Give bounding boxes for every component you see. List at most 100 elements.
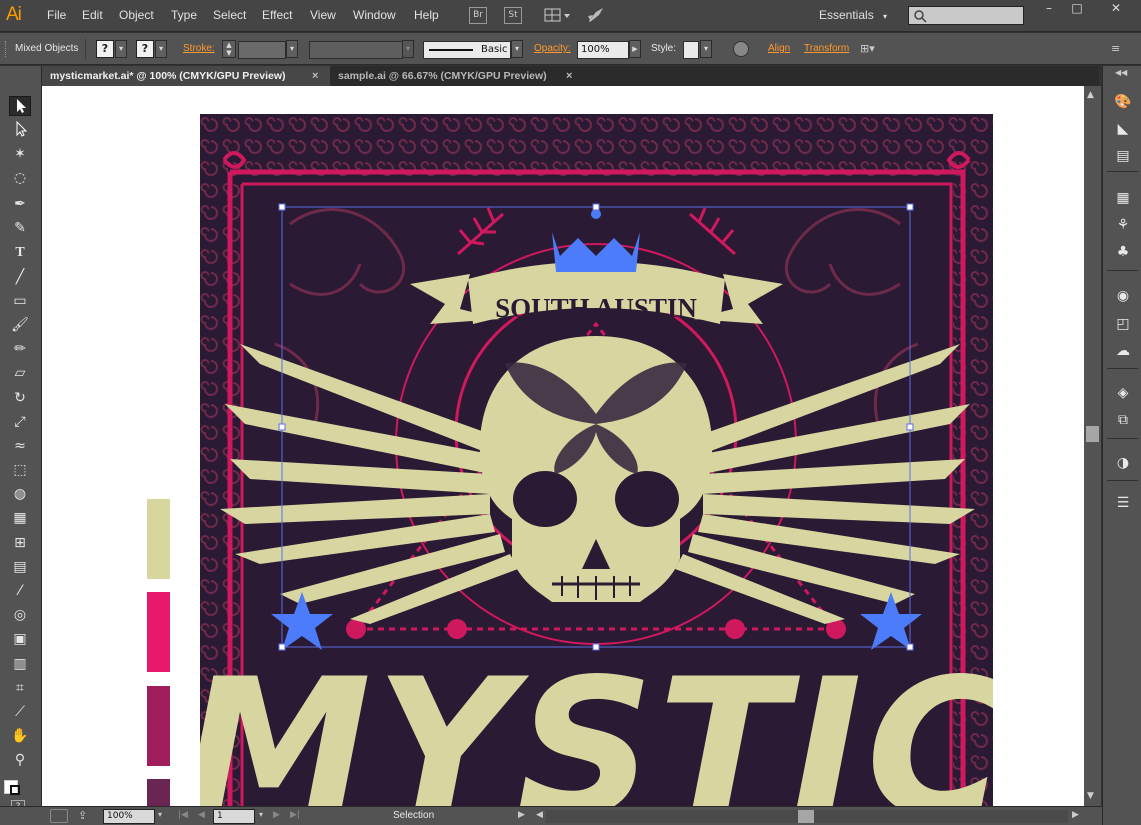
menu-view[interactable]: View xyxy=(310,8,336,22)
status-menu-icon[interactable]: ▶ xyxy=(518,810,525,820)
artwork-poster[interactable]: SOUTH AUSTIN MYSTIC xyxy=(200,114,993,806)
stroke-swatch[interactable]: ? xyxy=(136,40,154,58)
scale-tool-icon[interactable]: ⤢ xyxy=(9,412,31,432)
menu-effect[interactable]: Effect xyxy=(262,8,292,22)
tab-mysticmarket[interactable]: mysticmarket.ai* @ 100% (CMYK/GPU Previe… xyxy=(42,66,330,86)
first-artboard-icon[interactable]: |◀ xyxy=(178,810,188,820)
shape-builder-tool-icon[interactable]: ◍ xyxy=(9,484,31,504)
graphic-styles-icon[interactable]: ◰ xyxy=(1113,314,1133,334)
scroll-down-arrow-icon[interactable]: ▼ xyxy=(1087,791,1094,801)
stock-button[interactable]: St xyxy=(504,7,522,24)
menu-file[interactable]: File xyxy=(47,8,66,22)
variable-width-profile[interactable] xyxy=(309,41,403,59)
maximize-button[interactable]: □ xyxy=(1064,2,1090,16)
menu-object[interactable]: Object xyxy=(119,8,154,22)
symbol-sprayer-tool-icon[interactable]: ▣ xyxy=(9,629,31,649)
last-artboard-icon[interactable]: ▶| xyxy=(290,810,300,820)
mesh-tool-icon[interactable]: ⊞ xyxy=(9,533,31,553)
eyedropper-tool-icon[interactable]: ⁄ xyxy=(9,581,31,601)
previous-artboard-icon[interactable]: ◀ xyxy=(198,810,205,820)
scroll-thumb[interactable] xyxy=(798,810,814,823)
opacity-label[interactable]: Opacity: xyxy=(534,43,571,54)
blend-tool-icon[interactable]: ◎ xyxy=(9,605,31,625)
perspective-grid-tool-icon[interactable]: ▦ xyxy=(9,508,31,528)
stroke-dropdown[interactable]: ▾ xyxy=(155,40,167,58)
eraser-tool-icon[interactable]: ▱ xyxy=(9,363,31,383)
artboard-tool-icon[interactable]: ⌗ xyxy=(9,678,31,698)
column-graph-tool-icon[interactable]: ▥ xyxy=(9,654,31,674)
slice-tool-icon[interactable]: ⟋ xyxy=(9,702,31,722)
scroll-right-arrow-icon[interactable]: ▶ xyxy=(1072,810,1079,820)
stroke-weight-field[interactable] xyxy=(238,41,286,59)
swatch-magenta[interactable] xyxy=(147,686,170,766)
transform-link[interactable]: Transform xyxy=(804,43,849,54)
rectangle-tool-icon[interactable]: ▭ xyxy=(9,291,31,311)
symbols-icon[interactable]: ♣ xyxy=(1113,242,1133,262)
workspace-switcher[interactable]: Essentials ▾ xyxy=(819,8,887,22)
next-artboard-icon[interactable]: ▶ xyxy=(273,810,280,820)
menu-help[interactable]: Help xyxy=(414,8,439,22)
libraries-icon[interactable]: ▦ xyxy=(1113,188,1133,208)
stroke-weight-stepper[interactable]: ▲ ▼ xyxy=(222,40,236,58)
brushes-icon[interactable]: ⚘ xyxy=(1113,215,1133,235)
canvas-area[interactable]: SOUTH AUSTIN MYSTIC xyxy=(42,86,1084,806)
selection-tool-icon[interactable] xyxy=(9,96,31,116)
stroke-label[interactable]: Stroke: xyxy=(183,43,215,54)
brush-definition[interactable]: Basic xyxy=(423,41,511,59)
scroll-thumb[interactable] xyxy=(1086,426,1099,442)
pencil-tool-icon[interactable]: ✏ xyxy=(9,339,31,359)
close-window-button[interactable]: ✕ xyxy=(1098,2,1134,16)
horizontal-scrollbar[interactable] xyxy=(546,810,1068,823)
color-icon[interactable]: ◣ xyxy=(1113,119,1133,139)
type-tool-icon[interactable]: T xyxy=(9,243,31,263)
share-icon[interactable]: ⇪ xyxy=(78,809,87,822)
stroke-panel-icon[interactable]: ☰ xyxy=(1113,493,1133,513)
search-input[interactable] xyxy=(908,6,1024,25)
rotate-tool-icon[interactable]: ↻ xyxy=(9,388,31,408)
zoom-dropdown-icon[interactable]: ▾ xyxy=(158,810,162,819)
paintbrush-tool-icon[interactable]: 🖌 xyxy=(9,315,31,335)
swatch-plum[interactable] xyxy=(147,779,170,806)
graphic-style-swatch[interactable] xyxy=(683,41,699,59)
panel-menu-icon[interactable]: ≡ xyxy=(1111,42,1120,55)
tab-sample[interactable]: sample.ai @ 66.67% (CMYK/GPU Preview) × xyxy=(330,66,584,86)
bridge-button[interactable]: Br xyxy=(469,7,487,24)
menu-window[interactable]: Window xyxy=(353,8,396,22)
align-link[interactable]: Align xyxy=(768,43,790,54)
gradient-tool-icon[interactable]: ▤ xyxy=(9,557,31,577)
menu-type[interactable]: Type xyxy=(171,8,197,22)
line-tool-icon[interactable]: ╱ xyxy=(9,267,31,287)
menu-edit[interactable]: Edit xyxy=(82,8,103,22)
profile-dropdown[interactable]: ▾ xyxy=(402,40,414,58)
fill-dropdown[interactable]: ▾ xyxy=(115,40,127,58)
curvature-tool-icon[interactable]: ✎ xyxy=(9,218,31,238)
swatch-cream[interactable] xyxy=(147,499,170,579)
appearance-icon[interactable]: ◉ xyxy=(1113,286,1133,306)
color-guide-icon[interactable]: 🎨 xyxy=(1113,92,1133,112)
vertical-scrollbar[interactable]: ▲ ▼ xyxy=(1084,86,1101,806)
free-transform-tool-icon[interactable]: ⬚ xyxy=(9,460,31,480)
close-icon[interactable]: × xyxy=(566,66,572,86)
brush-dropdown[interactable]: ▾ xyxy=(511,40,523,58)
gpu-performance-icon[interactable] xyxy=(586,6,606,24)
default-fill-stroke-icon[interactable] xyxy=(10,785,20,795)
scroll-up-arrow-icon[interactable]: ▲ xyxy=(1087,90,1094,100)
zoom-tool-icon[interactable]: ⚲ xyxy=(9,750,31,770)
collapse-panels-icon[interactable]: ◀◀ xyxy=(1115,68,1127,77)
opacity-slider-button[interactable]: ▶ xyxy=(629,40,641,58)
transparency-icon[interactable]: ◑ xyxy=(1113,453,1133,473)
artboards-icon[interactable]: ⧉ xyxy=(1113,410,1133,430)
artboard-number-field[interactable]: 1 xyxy=(213,809,255,824)
hand-tool-icon[interactable]: ✋ xyxy=(9,726,31,746)
recolor-artwork-icon[interactable] xyxy=(733,41,749,57)
arrange-documents-icon[interactable] xyxy=(544,7,572,24)
close-icon[interactable]: × xyxy=(312,66,318,86)
swatch-pink[interactable] xyxy=(147,592,170,672)
isolate-group-icon[interactable]: ⊞▾ xyxy=(860,42,875,55)
pen-tool-icon[interactable]: ✒ xyxy=(9,194,31,214)
lasso-tool-icon[interactable]: ◌ xyxy=(9,168,31,188)
magic-wand-tool-icon[interactable]: ✶ xyxy=(9,144,31,164)
layers-icon[interactable]: ◈ xyxy=(1113,383,1133,403)
opacity-field[interactable]: 100% xyxy=(577,41,629,59)
zoom-field[interactable]: 100% xyxy=(103,809,155,824)
